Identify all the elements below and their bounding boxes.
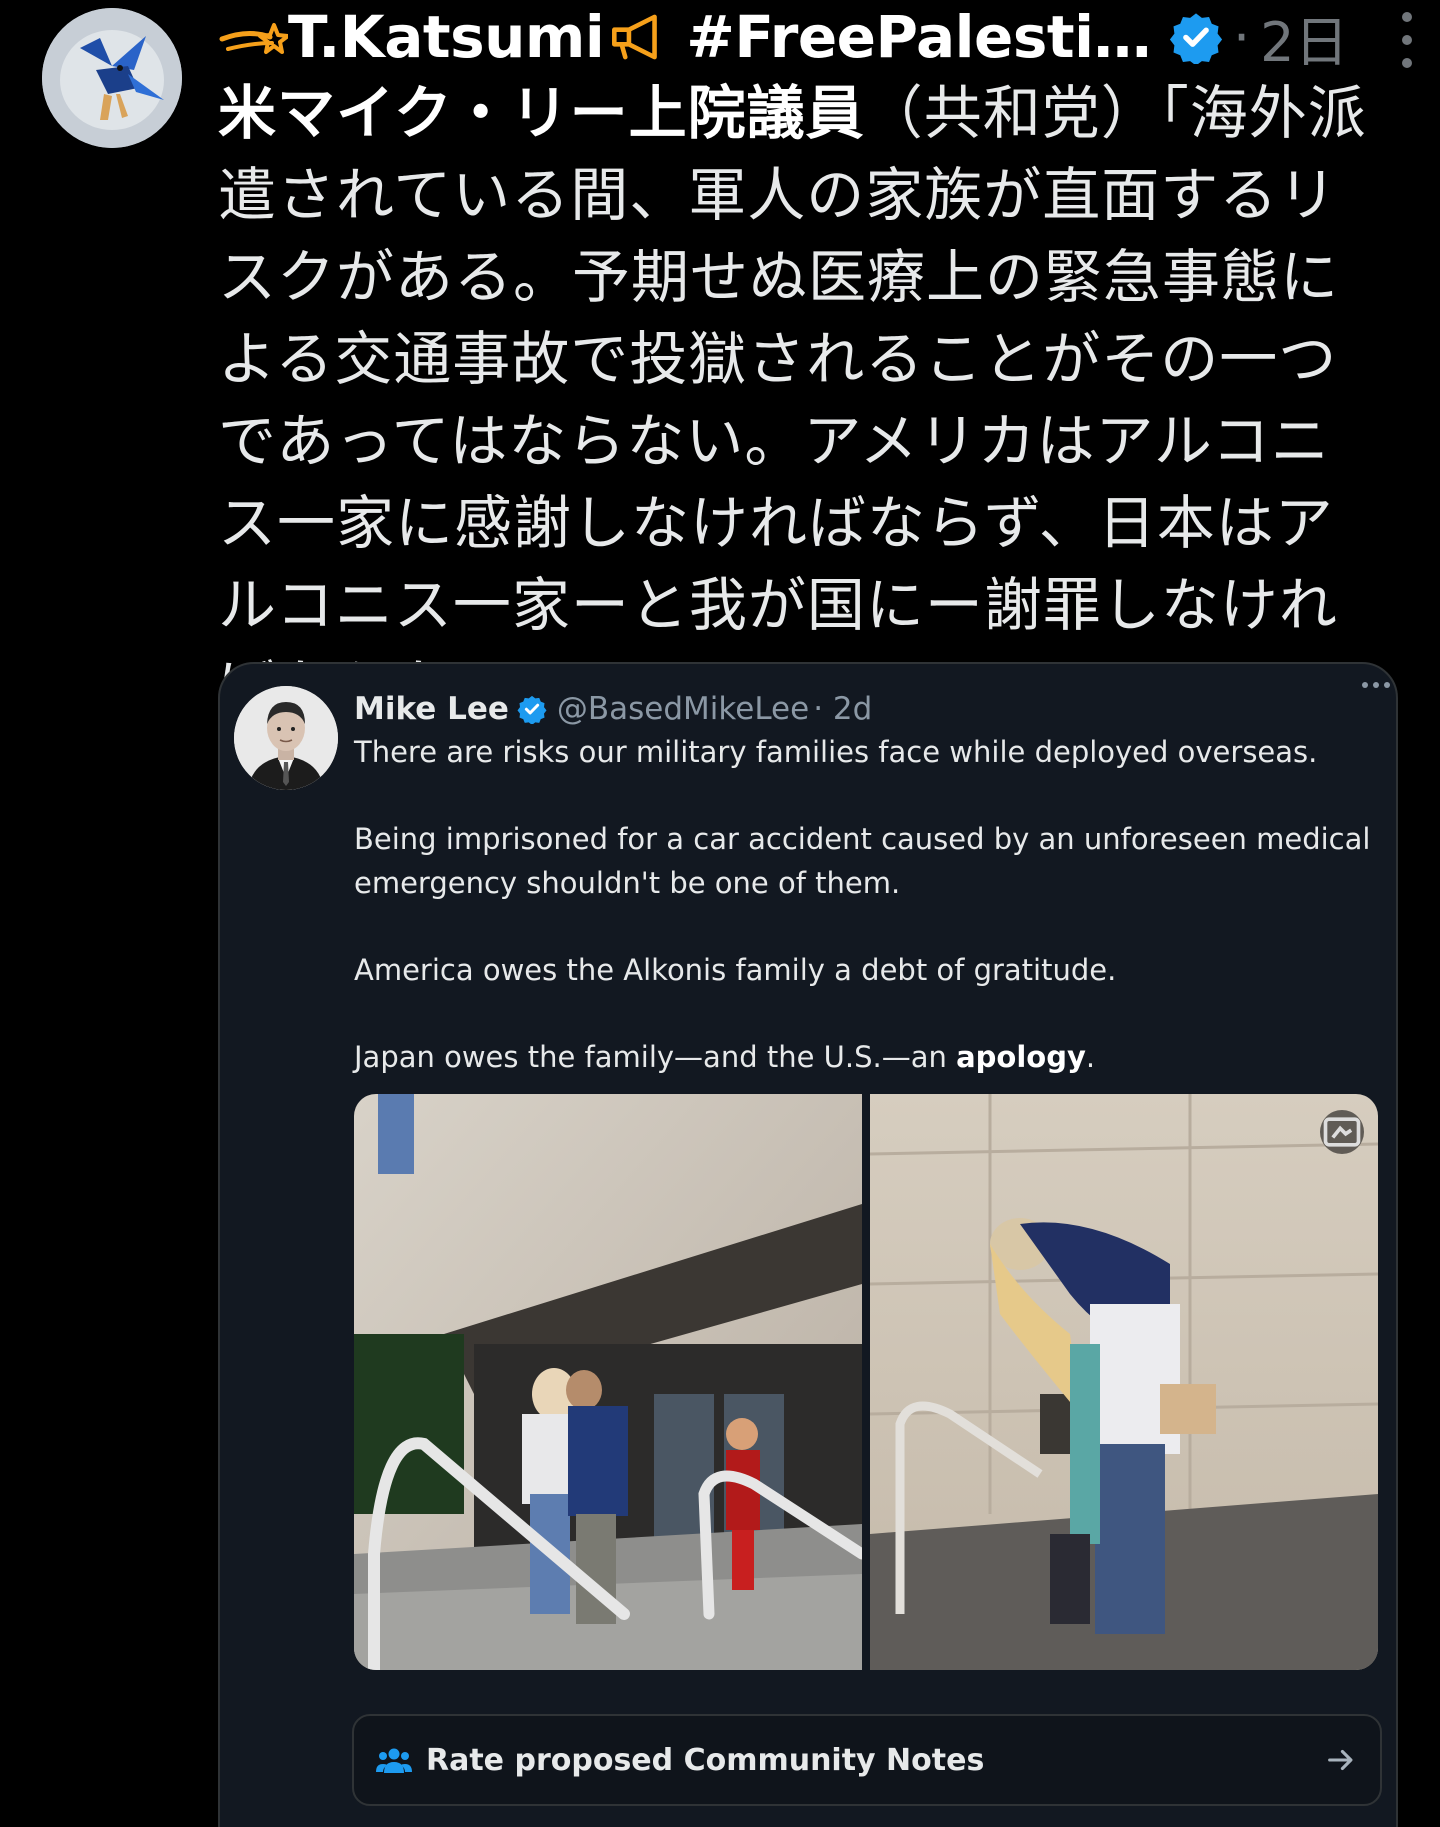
quoted-paragraph-1: There are risks our military families fa… xyxy=(354,735,1318,769)
quoted-paragraph-4-end: . xyxy=(1085,1040,1096,1074)
rate-community-notes-label: Rate proposed Community Notes xyxy=(426,1742,985,1778)
media-grid xyxy=(354,1094,1378,1670)
post[interactable]: T.Katsumi #FreePalesti… · 2日 米マイク・リー上院議員… xyxy=(0,0,1440,1827)
quoted-more-options-icon[interactable] xyxy=(1362,682,1390,688)
media-photo-1[interactable] xyxy=(354,1094,862,1670)
quoted-apology-word: apology xyxy=(956,1040,1086,1074)
author-avatar[interactable] xyxy=(42,8,182,148)
megaphone-icon xyxy=(604,9,674,65)
post-body: 米マイク・リー上院議員（共和党）「海外派遣されている間、軍人の家族が直面するリス… xyxy=(218,72,1388,728)
quoted-paragraph-3: America owes the Alkonis family a debt o… xyxy=(354,953,1117,987)
media-alt-badge-icon[interactable] xyxy=(1320,1110,1364,1154)
quoted-author-name[interactable]: Mike Lee xyxy=(354,691,509,727)
quoted-post[interactable]: Mike Lee @BasedMikeLee · 2d There are ri… xyxy=(218,662,1398,1827)
media-photo-2[interactable] xyxy=(870,1094,1378,1670)
author-display-name[interactable]: T.Katsumi xyxy=(288,3,605,71)
more-options-icon[interactable] xyxy=(1392,12,1422,68)
verified-badge-icon xyxy=(517,694,547,724)
rate-community-notes-button[interactable]: Rate proposed Community Notes xyxy=(352,1714,1382,1806)
people-icon xyxy=(376,1745,412,1775)
quoted-author-handle[interactable]: @BasedMikeLee xyxy=(557,691,809,727)
quoted-paragraph-4-start: Japan owes the family—and the U.S.—an xyxy=(354,1040,957,1074)
time-separator: · xyxy=(1232,5,1251,69)
shooting-star-icon xyxy=(218,9,288,65)
post-timestamp[interactable]: 2日 xyxy=(1260,0,1348,77)
quoted-post-timestamp[interactable]: · 2d xyxy=(813,691,872,727)
verified-badge-icon xyxy=(1169,10,1223,64)
post-header: T.Katsumi #FreePalesti… · 2日 xyxy=(218,2,1422,74)
quoted-post-text: There are risks our military families fa… xyxy=(354,730,1374,1079)
quoted-paragraph-2: Being imprisoned for a car accident caus… xyxy=(354,822,1371,900)
author-hashtag[interactable]: #FreePalesti… xyxy=(686,3,1151,71)
quoted-paragraph-4: Japan owes the family—and the U.S.—an ap… xyxy=(354,1035,1374,1079)
quoted-author-avatar[interactable] xyxy=(234,686,338,790)
post-body-text: （共和党）「海外派遣されている間、軍人の家族が直面するリスクがある。予期せぬ医療… xyxy=(218,79,1367,721)
arrow-right-icon xyxy=(1324,1743,1358,1777)
quoted-post-header: Mike Lee @BasedMikeLee · 2d xyxy=(354,684,1376,734)
post-body-bold: 米マイク・リー上院議員 xyxy=(218,79,865,147)
